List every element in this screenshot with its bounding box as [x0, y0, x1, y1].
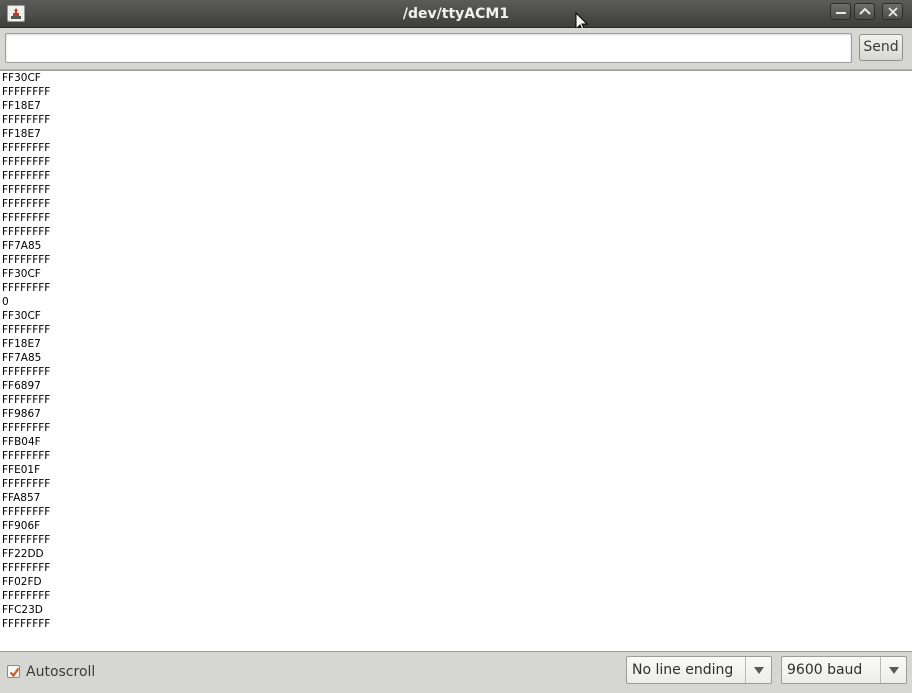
serial-output-line: FF30CF [2, 310, 41, 322]
serial-output-line: FFA857 [2, 492, 41, 504]
serial-output-line: FFC23D [2, 604, 43, 616]
serial-send-input[interactable] [5, 33, 852, 63]
serial-output-line: FFE01F [2, 464, 41, 476]
serial-output-line: FFFFFFFF [2, 142, 51, 154]
serial-output-line: FFFFFFFF [2, 254, 51, 266]
baud-rate-value: 9600 baud [787, 662, 863, 678]
serial-output-line: FFFFFFFF [2, 212, 51, 224]
serial-output-line: FF906F [2, 520, 41, 532]
serial-output-line: FFFFFFFF [2, 450, 51, 462]
serial-output-line: FFFFFFFF [2, 534, 51, 546]
serial-output-line: FF7A85 [2, 240, 42, 252]
serial-output-line: FFFFFFFF [2, 590, 51, 602]
serial-output-line: FFFFFFFF [2, 282, 51, 294]
serial-output-line: FFFFFFFF [2, 198, 51, 210]
serial-output-line: FFFFFFFF [2, 562, 51, 574]
maximize-icon [859, 7, 871, 15]
serial-output-line: FFFFFFFF [2, 86, 51, 98]
serial-output-line: FFB04F [2, 436, 41, 448]
autoscroll-label: Autoscroll [26, 664, 96, 680]
serial-output-line: FF6897 [2, 380, 41, 392]
baud-rate-dropdown-button[interactable] [880, 657, 906, 683]
status-bar: Autoscroll No line ending 9600 baud [0, 652, 912, 693]
minimize-button[interactable] [830, 3, 851, 20]
autoscroll-checkbox[interactable] [7, 665, 20, 678]
line-ending-dropdown-button[interactable] [745, 657, 771, 683]
serial-output-line: FFFFFFFF [2, 156, 51, 168]
serial-output-line: FFFFFFFF [2, 170, 51, 182]
serial-output-line: FF7A85 [2, 352, 42, 364]
serial-output-line: FFFFFFFF [2, 478, 51, 490]
serial-output-line: FFFFFFFF [2, 226, 51, 238]
serial-output-line: FFFFFFFF [2, 394, 51, 406]
baud-rate-select[interactable]: 9600 baud [781, 656, 907, 684]
checkmark-icon [9, 667, 20, 678]
serial-output-line: FF02FD [2, 576, 42, 588]
serial-output-line: FFFFFFFF [2, 506, 51, 518]
serial-output-line: FF18E7 [2, 100, 41, 112]
serial-output-lines: FF30CF FFFFFFFF FF18E7 FFFFFFFF FF18E7 FFFFFF… [2, 71, 50, 631]
close-button[interactable] [882, 3, 903, 20]
serial-output-line: FFFFFFFF [2, 324, 51, 336]
serial-output-line: FFFFFFFF [2, 114, 51, 126]
serial-output-line: FF18E7 [2, 338, 41, 350]
serial-output-line: FFFFFFFF [2, 366, 51, 378]
window-title: /dev/ttyACM1 [402, 6, 510, 22]
minimize-icon [836, 12, 846, 14]
title-bar[interactable]: /dev/ttyACM1 [0, 0, 912, 28]
chevron-down-icon [889, 667, 899, 674]
serial-output-line: FF30CF [2, 72, 41, 84]
send-button[interactable]: Send [859, 34, 903, 61]
maximize-button[interactable] [854, 3, 875, 20]
serial-output-line: FFFFFFFF [2, 618, 51, 630]
chevron-down-icon [754, 667, 764, 674]
serial-output-line: FF18E7 [2, 128, 41, 140]
serial-output-line: FFFFFFFF [2, 422, 51, 434]
serial-output-line: 0 [2, 296, 9, 308]
serial-output-area[interactable]: FF30CF FFFFFFFF FF18E7 FFFFFFFF FF18E7 FFFFFF… [0, 70, 912, 652]
serial-output-line: FFFFFFFF [2, 184, 51, 196]
serial-output-line: FF22DD [2, 548, 44, 560]
serial-output-line: FF30CF [2, 268, 41, 280]
serial-output-line: FF9867 [2, 408, 41, 420]
line-ending-select[interactable]: No line ending [626, 656, 772, 684]
close-icon [888, 7, 898, 17]
line-ending-value: No line ending [632, 662, 734, 678]
send-toolbar: Send [0, 28, 912, 70]
